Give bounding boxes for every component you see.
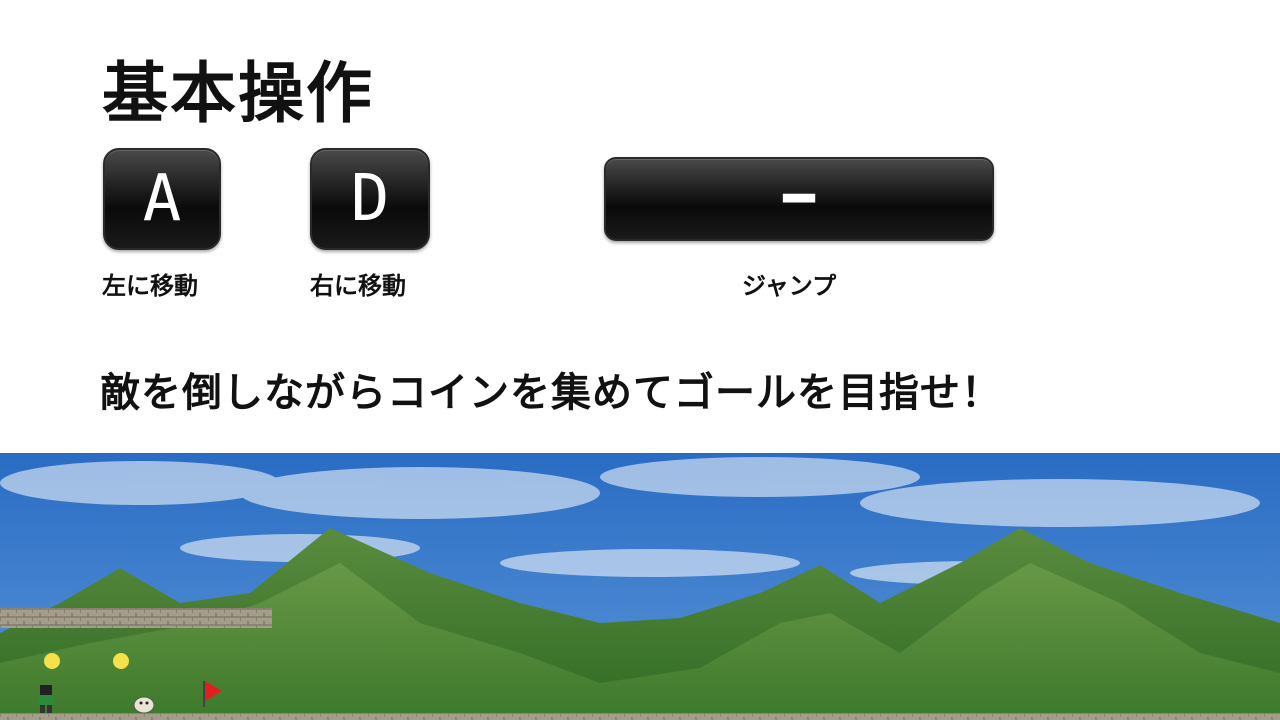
coin [44, 653, 60, 669]
ground [0, 713, 1280, 720]
enemy-sprite [133, 696, 155, 714]
key-d: D [310, 148, 430, 250]
page-title: 基本操作 [102, 55, 374, 132]
label-jump: ジャンプ [742, 272, 837, 300]
coin [113, 653, 129, 669]
game-preview [0, 453, 1280, 720]
label-move-right: 右に移動 [310, 272, 406, 300]
key-a: A [103, 148, 221, 250]
key-space: ━ [604, 157, 994, 241]
instruction-text: 敵を倒しながらコインを集めてゴールを目指せ！ [100, 370, 1002, 416]
label-move-left: 左に移動 [102, 272, 198, 300]
brick-platform [0, 608, 272, 628]
